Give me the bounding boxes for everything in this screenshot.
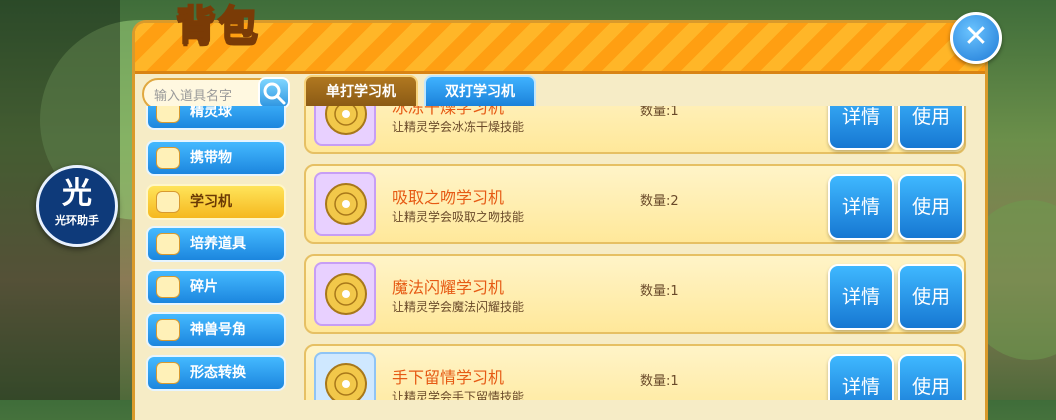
disc-icon [314, 352, 376, 400]
item-quantity: 数量:1 [640, 284, 679, 299]
use-button[interactable]: 使用 [898, 264, 964, 330]
sidebar-item-label: 培养道具 [190, 236, 246, 252]
panel-header [135, 23, 985, 74]
sidebar-item-fragments[interactable]: 碎片 [146, 269, 286, 305]
item-description: 让精灵学会手下留情技能 [392, 390, 525, 400]
sidebar-item-label: 携带物 [190, 150, 232, 166]
sidebar-item-pokeball[interactable]: 精灵球 [146, 106, 286, 130]
pokeball-icon [156, 106, 180, 123]
sidebar-item-training[interactable]: 培养道具 [146, 226, 286, 262]
sidebar-item-horn[interactable]: 神兽号角 [146, 312, 286, 348]
item-quantity: 数量:1 [640, 106, 679, 119]
potion-icon [156, 233, 180, 255]
close-button[interactable]: ✕ [950, 12, 1002, 64]
puzzle-icon [156, 276, 180, 298]
sidebar-item-label: 形态转换 [190, 365, 246, 381]
helper-badge-label: 光环助手 [55, 214, 99, 227]
item-list: 冰冻干燥学习机 让精灵学会冰冻干燥技能 数量:1 详情 使用 吸取之吻学习机 让… [296, 106, 976, 400]
category-sidebar: 精灵球 携带物 学习机 培养道具 碎片 神兽号角 形态转换 [146, 106, 286, 400]
disc-icon [314, 106, 376, 146]
item-description: 让精灵学会冰冻干燥技能 [392, 120, 525, 134]
use-button[interactable]: 使用 [898, 106, 964, 150]
tab-single-tm[interactable]: 单打学习机 [304, 75, 418, 109]
item-name: 魔法闪耀学习机 [392, 278, 505, 297]
search-input[interactable] [152, 84, 256, 108]
sidebar-item-transform[interactable]: 形态转换 [146, 355, 286, 391]
use-button[interactable]: 使用 [898, 354, 964, 400]
use-button[interactable]: 使用 [898, 174, 964, 240]
sidebar-item-label: 精灵球 [190, 106, 232, 120]
sidebar-item-label: 学习机 [190, 194, 232, 210]
sidebar-item-label: 神兽号角 [190, 322, 246, 338]
detail-button[interactable]: 详情 [828, 354, 894, 400]
list-item: 魔法闪耀学习机 让精灵学会魔法闪耀技能 数量:1 详情 使用 [304, 254, 966, 334]
item-quantity: 数量:1 [640, 374, 679, 389]
detail-button[interactable]: 详情 [828, 106, 894, 150]
item-description: 让精灵学会吸取之吻技能 [392, 210, 525, 224]
item-name: 吸取之吻学习机 [392, 188, 505, 207]
item-name: 冰冻干燥学习机 [392, 106, 505, 117]
sidebar-item-tm[interactable]: 学习机 [146, 184, 286, 220]
bag-icon [156, 147, 180, 169]
sidebar-item-label: 碎片 [190, 279, 218, 295]
helper-badge[interactable]: 光 光环助手 [36, 165, 118, 247]
helper-badge-glyph: 光 [62, 176, 92, 211]
panel-title: 背包 [175, 2, 260, 50]
detail-button[interactable]: 详情 [828, 264, 894, 330]
tab-double-tm[interactable]: 双打学习机 [424, 75, 536, 109]
list-item: 吸取之吻学习机 让精灵学会吸取之吻技能 数量:2 详情 使用 [304, 164, 966, 244]
disc-icon [156, 191, 180, 213]
disc-icon [314, 262, 376, 326]
horn-icon [156, 319, 180, 341]
search-button[interactable] [258, 77, 290, 109]
disc-icon [314, 172, 376, 236]
detail-button[interactable]: 详情 [828, 174, 894, 240]
item-name: 手下留情学习机 [392, 368, 505, 387]
transform-icon [156, 362, 180, 384]
search-icon [263, 82, 286, 105]
list-item: 冰冻干燥学习机 让精灵学会冰冻干燥技能 数量:1 详情 使用 [304, 106, 966, 154]
list-item: 手下留情学习机 让精灵学会手下留情技能 数量:1 详情 使用 [304, 344, 966, 400]
sidebar-item-held-items[interactable]: 携带物 [146, 140, 286, 176]
item-quantity: 数量:2 [640, 194, 679, 209]
item-description: 让精灵学会魔法闪耀技能 [392, 300, 525, 314]
